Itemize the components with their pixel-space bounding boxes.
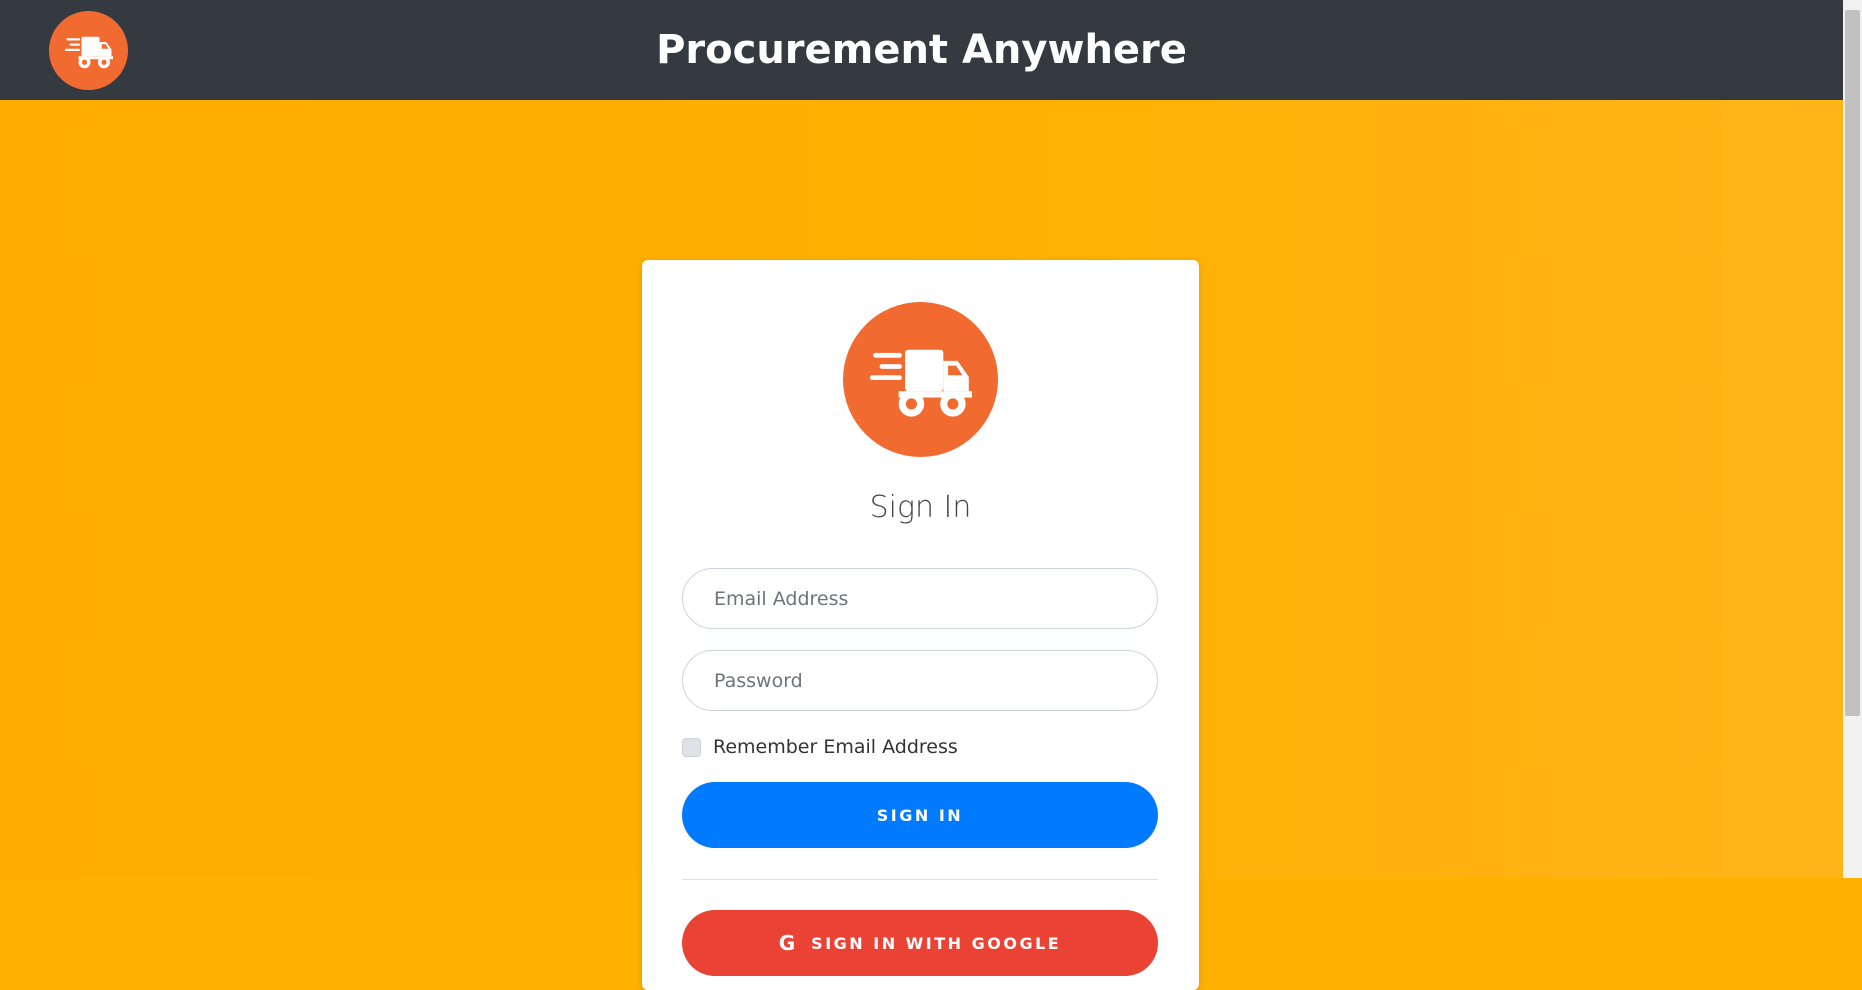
- google-icon: G: [778, 931, 796, 955]
- divider: [682, 879, 1158, 880]
- truck-icon: [869, 349, 972, 417]
- login-logo: [843, 302, 998, 457]
- main-area: Sign In Remember Email Address SIGN IN G…: [0, 100, 1843, 990]
- top-navbar: Procurement Anywhere: [0, 0, 1843, 100]
- login-card: Sign In Remember Email Address SIGN IN G…: [642, 260, 1199, 990]
- scrollbar-thumb[interactable]: [1845, 10, 1860, 716]
- google-sign-in-label: SIGN IN WITH GOOGLE: [811, 933, 1062, 953]
- remember-email-row[interactable]: Remember Email Address: [682, 736, 958, 758]
- remember-email-checkbox[interactable]: [682, 737, 701, 757]
- app-title: Procurement Anywhere: [656, 27, 1187, 73]
- password-input[interactable]: [682, 650, 1158, 711]
- vertical-scrollbar[interactable]: [1843, 0, 1862, 878]
- google-sign-in-button[interactable]: G SIGN IN WITH GOOGLE: [682, 910, 1158, 976]
- sign-in-button-label: SIGN IN: [876, 805, 964, 825]
- signin-heading: Sign In: [869, 490, 972, 525]
- remember-email-label[interactable]: Remember Email Address: [713, 736, 958, 758]
- email-input[interactable]: [682, 568, 1158, 629]
- sign-in-button[interactable]: SIGN IN: [682, 782, 1158, 848]
